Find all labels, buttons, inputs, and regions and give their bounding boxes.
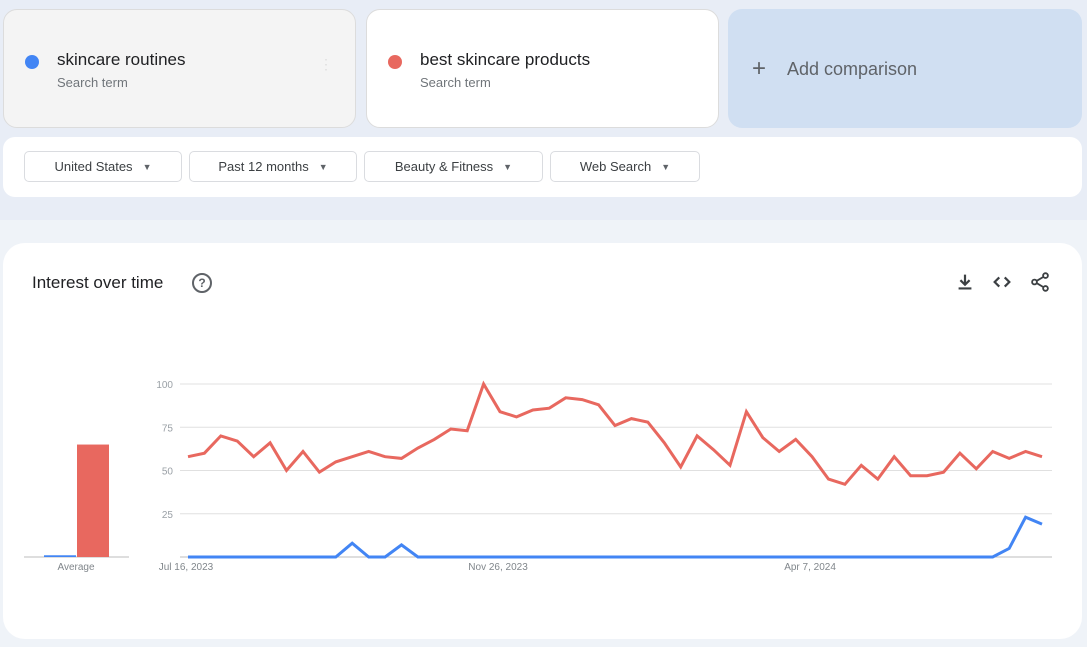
average-label: Average	[57, 562, 95, 573]
y-tick-label: 25	[162, 510, 174, 521]
y-tick-label: 100	[156, 380, 173, 391]
interest-chart: 25 50 75 100 Jul 16, 2023 Nov 26, 2023 Apr 7, …	[24, 380, 1052, 573]
average-bar	[44, 555, 76, 557]
y-tick-label: 50	[162, 467, 174, 478]
x-tick-label: Apr 7, 2024	[784, 562, 836, 573]
y-tick-label: 75	[162, 423, 174, 434]
series-line	[188, 515, 1043, 559]
x-tick-label: Nov 26, 2023	[468, 562, 528, 573]
x-tick-label: Jul 16, 2023	[159, 562, 214, 573]
average-bar	[77, 444, 109, 557]
series-line	[187, 380, 1043, 487]
